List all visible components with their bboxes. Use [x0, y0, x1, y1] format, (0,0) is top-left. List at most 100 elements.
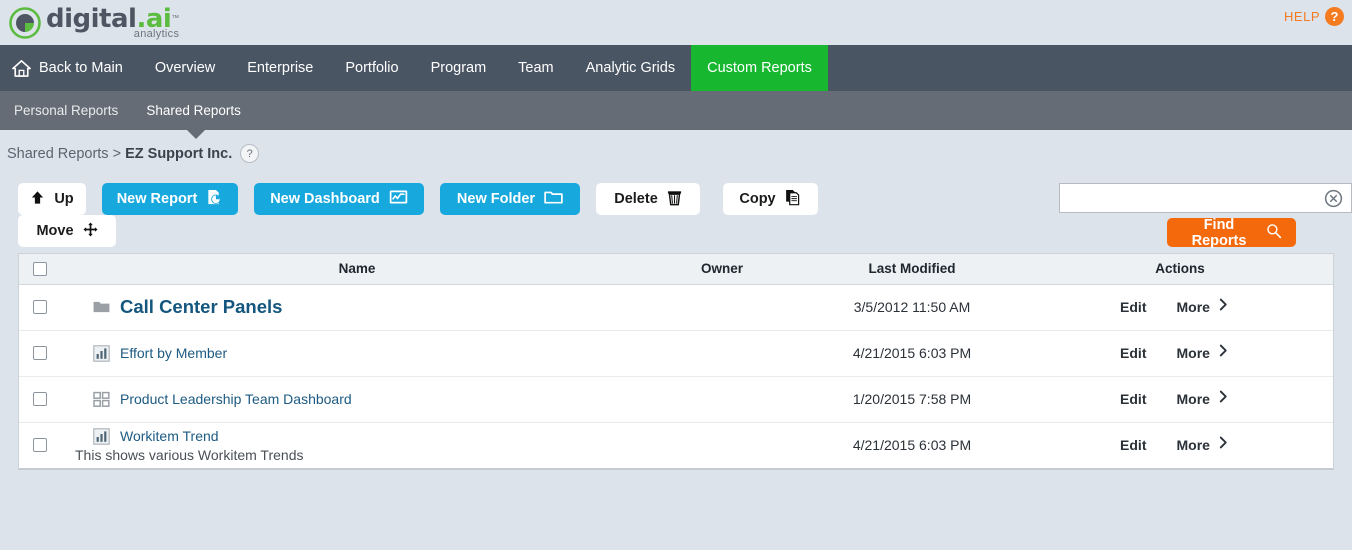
row-owner-cell: [647, 422, 797, 468]
help-label: HELP: [1284, 9, 1320, 24]
trend-chart-icon: [389, 189, 408, 209]
row-name-link[interactable]: Workitem Trend: [120, 428, 219, 444]
row-edit-link[interactable]: Edit: [1120, 391, 1146, 407]
subnav-item-shared-reports[interactable]: Shared Reports: [132, 103, 255, 118]
breadcrumb-separator: >: [112, 145, 122, 162]
up-button[interactable]: Up: [18, 183, 86, 215]
row-edit-link[interactable]: Edit: [1120, 437, 1146, 453]
row-actions-cell: Edit More: [1027, 284, 1333, 330]
row-checkbox[interactable]: [33, 391, 47, 406]
subnav-label-shared-reports: Shared Reports: [146, 103, 241, 118]
subnav-label-personal-reports: Personal Reports: [14, 103, 119, 118]
row-more-label: More: [1176, 437, 1210, 454]
row-checkbox[interactable]: [33, 345, 47, 360]
nav-item-portfolio[interactable]: Portfolio: [329, 45, 414, 91]
top-banner: digital.ai™ analytics HELP ?: [0, 0, 1352, 45]
nav-label-custom-reports: Custom Reports: [707, 60, 812, 76]
row-more-button[interactable]: More: [1177, 390, 1228, 408]
nav-label-overview: Overview: [154, 60, 216, 76]
row-name-cell: Call Center Panels: [67, 284, 647, 330]
row-more-label: More: [1176, 299, 1210, 315]
chevron-right-icon: [1219, 298, 1228, 316]
row-name-cell: Effort by Member: [67, 330, 647, 376]
row-name-cell: Product Leadership Team Dashboard: [67, 376, 647, 422]
chevron-right-icon: [1219, 390, 1228, 408]
row-owner-cell: [647, 376, 797, 422]
report-page-pie-icon: [206, 189, 223, 210]
copy-button[interactable]: Copy: [723, 183, 818, 215]
nav-label-program: Program: [430, 60, 487, 76]
search-box[interactable]: [1059, 183, 1352, 213]
row-select-cell: [19, 376, 67, 422]
home-icon: [12, 59, 31, 78]
bar-chart-icon: [93, 428, 110, 445]
nav-label-team: Team: [518, 60, 554, 76]
copy-button-label: Copy: [739, 191, 776, 207]
row-name-cell: Workitem Trend This shows various Workit…: [67, 422, 647, 468]
find-reports-button[interactable]: Find Reports: [1167, 217, 1296, 249]
search-input[interactable]: [1060, 184, 1324, 212]
new-folder-button-label: New Folder: [456, 191, 536, 207]
trash-can-icon: [667, 189, 682, 210]
sub-navigation: Personal Reports Shared Reports: [0, 91, 1352, 139]
row-more-button[interactable]: More: [1177, 298, 1228, 316]
row-actions-cell: Edit More: [1027, 376, 1333, 422]
row-edit-link[interactable]: Edit: [1120, 345, 1146, 361]
reports-table: Name Owner Last Modified Actions Call Ce…: [18, 253, 1334, 470]
row-name-link[interactable]: Effort by Member: [120, 345, 227, 361]
delete-button-label: Delete: [614, 191, 658, 207]
row-owner-cell: [647, 284, 797, 330]
select-all-header: [19, 254, 67, 285]
nav-item-custom-reports[interactable]: Custom Reports: [691, 45, 828, 91]
nav-item-back-to-main[interactable]: Back to Main: [0, 45, 139, 91]
row-checkbox[interactable]: [33, 299, 47, 314]
brand-logo[interactable]: digital.ai™ analytics: [8, 6, 179, 40]
help-link[interactable]: HELP ?: [1284, 7, 1344, 26]
nav-item-enterprise[interactable]: Enterprise: [231, 45, 329, 91]
active-tab-caret-icon: [186, 129, 206, 139]
breadcrumb-text: Shared Reports > EZ Support Inc.: [7, 146, 232, 162]
row-select-cell: [19, 422, 67, 468]
delete-button[interactable]: Delete: [596, 183, 700, 215]
bar-chart-icon: [93, 344, 110, 362]
breadcrumb-help-icon[interactable]: ?: [240, 144, 260, 163]
up-arrow-icon: [30, 190, 45, 209]
row-name-link[interactable]: Call Center Panels: [120, 296, 282, 318]
nav-item-analytic-grids[interactable]: Analytic Grids: [570, 45, 691, 91]
move-arrows-icon: [83, 221, 98, 241]
row-last-modified-cell: 3/5/2012 11:50 AM: [853, 299, 971, 315]
table-header-row: Name Owner Last Modified Actions: [19, 254, 1333, 285]
digitalai-pie-logo-icon: [8, 6, 42, 40]
nav-item-team[interactable]: Team: [502, 45, 569, 91]
table-row[interactable]: Call Center Panels 3/5/2012 11:50 AM Edi…: [19, 284, 1333, 330]
row-name-link[interactable]: Product Leadership Team Dashboard: [120, 391, 352, 407]
nav-label-portfolio: Portfolio: [345, 60, 399, 76]
breadcrumb-root[interactable]: Shared Reports: [7, 146, 109, 162]
row-checkbox[interactable]: [33, 438, 47, 453]
table-row[interactable]: Product Leadership Team Dashboard 1/20/2…: [19, 376, 1333, 422]
table-row[interactable]: Workitem Trend This shows various Workit…: [19, 422, 1333, 468]
column-header-last-modified[interactable]: Last Modified: [797, 254, 1027, 285]
row-last-modified-cell: 4/21/2015 6:03 PM: [852, 437, 972, 454]
row-more-button[interactable]: More: [1177, 436, 1228, 454]
row-more-button[interactable]: More: [1177, 344, 1228, 362]
new-report-button[interactable]: New Report: [102, 183, 238, 215]
nav-item-overview[interactable]: Overview: [139, 45, 231, 91]
new-folder-button[interactable]: New Folder: [440, 183, 580, 215]
column-header-owner[interactable]: Owner: [647, 254, 797, 285]
clear-search-icon[interactable]: [1324, 189, 1343, 208]
row-more-label: More: [1176, 391, 1210, 407]
nav-item-program[interactable]: Program: [415, 45, 503, 91]
trademark-mark: ™: [171, 13, 180, 23]
move-button-label: Move: [36, 223, 74, 239]
column-header-name[interactable]: Name: [67, 254, 647, 285]
chevron-right-icon: [1219, 344, 1228, 362]
move-button[interactable]: Move: [18, 215, 116, 247]
subnav-item-personal-reports[interactable]: Personal Reports: [0, 103, 132, 118]
new-dashboard-button[interactable]: New Dashboard: [254, 183, 424, 215]
row-edit-link[interactable]: Edit: [1120, 299, 1146, 315]
row-select-cell: [19, 330, 67, 376]
main-navigation: Back to Main Overview Enterprise Portfol…: [0, 45, 1352, 91]
table-row[interactable]: Effort by Member 4/21/2015 6:03 PM Edit …: [19, 330, 1333, 376]
select-all-checkbox[interactable]: [33, 262, 47, 277]
